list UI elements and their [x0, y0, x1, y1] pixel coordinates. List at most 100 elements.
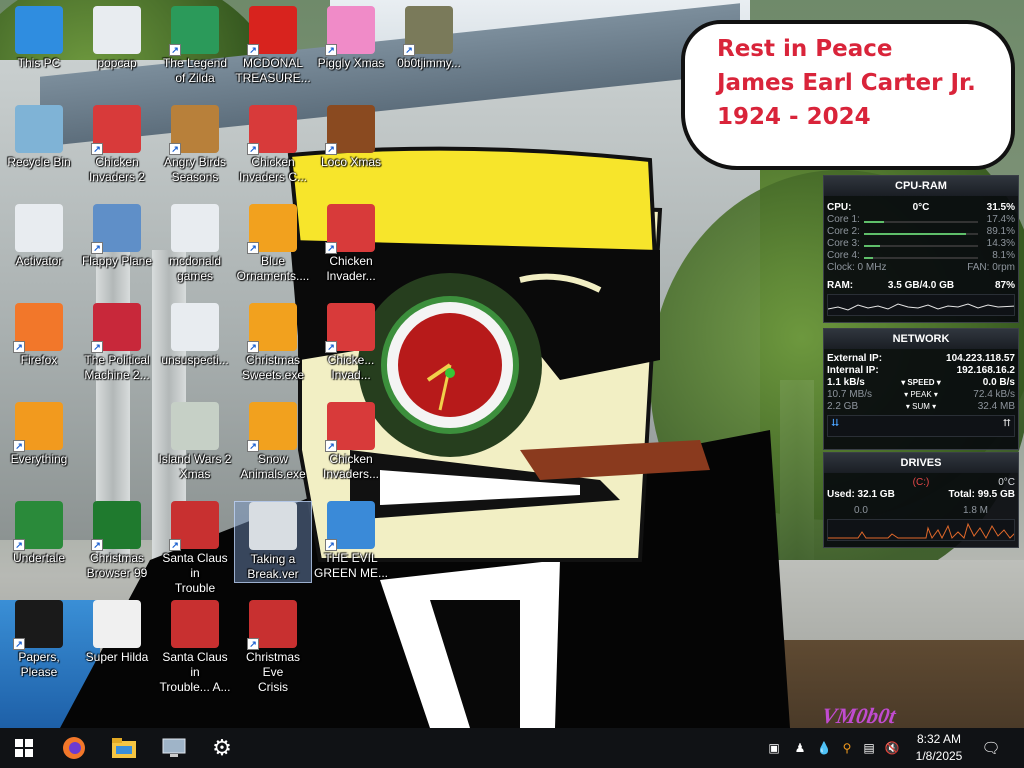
core-usage-bar: [864, 233, 978, 235]
display-icon: [162, 738, 186, 757]
bear-icon: ↗: [325, 105, 375, 155]
desktop-icon[interactable]: ↗ The Legend of Zilda: [156, 6, 234, 86]
desktop-icon[interactable]: Island Wars 2 Xmas: [156, 402, 234, 482]
puzzle-icon: ↗: [247, 204, 297, 254]
computer-icon: [15, 6, 63, 54]
drive-letter: (C:): [912, 477, 930, 488]
cpu-graph: [827, 294, 1015, 316]
recycle-bin-icon: [15, 105, 63, 153]
desktop-icon-label: Recycle Bin: [7, 155, 71, 169]
desktop-icon[interactable]: mcdonald games: [156, 204, 234, 284]
desktop-icon-label: unsuspecti...: [161, 353, 229, 367]
start-button[interactable]: [0, 728, 48, 768]
watermark-text: VM0b0t: [819, 703, 898, 728]
desktop-icon[interactable]: ↗ Christmas Eve Crisis: [234, 600, 312, 695]
taskbar-display-button[interactable]: [150, 728, 198, 768]
desktop-icon[interactable]: ↗ 0b0tjimmy...: [390, 6, 468, 71]
taskbar-settings-button[interactable]: ⚙: [198, 728, 246, 768]
desktop-icon[interactable]: unsuspecti...: [156, 303, 234, 368]
shortcut-arrow-icon: ↗: [325, 242, 337, 254]
taskbar-firefox-button[interactable]: [50, 728, 98, 768]
shortcut-arrow-icon: ↗: [169, 539, 181, 551]
tray-people-icon[interactable]: ♟: [792, 740, 808, 756]
plane-icon: ↗: [91, 204, 141, 254]
cpu-temp: 0°C: [912, 202, 930, 213]
desktop-icon[interactable]: ↗ Firefox: [0, 303, 78, 368]
drive-total: Total: 99.5 GB: [948, 489, 1016, 500]
desktop-icon[interactable]: ↗ The Political Machine 2...: [78, 303, 156, 383]
clock-time: 8:32 AM: [916, 732, 962, 746]
chicken-icon: ↗: [91, 105, 141, 155]
desktop-icon-label: Chicken Invaders...: [322, 452, 380, 481]
desktop-icon[interactable]: popcap: [78, 6, 156, 71]
file-explorer-icon: [112, 738, 136, 758]
cpu-core-row: Core 1: 17.4%: [824, 214, 1018, 226]
game-icon: ↗: [169, 6, 219, 56]
shortcut-arrow-icon: ↗: [91, 143, 103, 155]
desktop-icon[interactable]: ↗ Santa Claus in Trouble: [156, 501, 234, 596]
tray-display-icon[interactable]: ▣: [766, 740, 782, 756]
desktop-icon[interactable]: Santa Claus in Trouble... A...: [156, 600, 234, 695]
drives-gadget[interactable]: DRIVES (C:) 0°C Used: 32.1 GB Total: 99.…: [823, 452, 1019, 548]
desktop-icon[interactable]: ↗ Everything: [0, 402, 78, 467]
sum-label: ▾ SUM ▾: [905, 402, 937, 411]
desktop-icon[interactable]: ↗ Snow Animals.exe: [234, 402, 312, 482]
drive-activity-graph: [827, 519, 1015, 541]
tray-network-icon[interactable]: ▤: [861, 740, 877, 756]
bubble-line-2: James Earl Carter Jr.: [717, 70, 976, 96]
ram-value: 3.5 GB/4.0 GB: [887, 280, 955, 291]
mcdonalds-icon: ↗: [247, 6, 297, 56]
desktop-icon-label: Santa Claus in Trouble... A...: [159, 650, 231, 694]
bubble-line-1: Rest in Peace: [717, 36, 893, 62]
speech-bubble: Rest in Peace James Earl Carter Jr. 1924…: [681, 20, 1015, 170]
folder-icon: [171, 303, 219, 351]
desktop-icon[interactable]: ↗ Christmas Sweets.exe: [234, 303, 312, 383]
desktop-icon-label: The Political Machine 2...: [84, 353, 150, 382]
desktop-icon-label: Chicken Invaders 2: [88, 155, 146, 184]
desktop-icon[interactable]: ↗ Christmas Browser 99: [78, 501, 156, 581]
gadget-title: DRIVES: [824, 453, 1018, 473]
desktop-icon[interactable]: Recycle Bin: [0, 105, 78, 170]
taskbar-clock[interactable]: 8:32 AM 1/8/2025: [904, 731, 974, 765]
desktop-icon-label: Loco Xmas: [320, 155, 382, 169]
tray-volume-muted-icon[interactable]: 🔇: [884, 740, 900, 756]
desktop-icon[interactable]: Super Hilda: [78, 600, 156, 665]
desktop-icon[interactable]: ↗ Chicke... Invad...: [312, 303, 390, 383]
core-value: 8.1%: [992, 250, 1015, 261]
desktop-icon[interactable]: ↗ Piggly Xmas: [312, 6, 390, 71]
desktop-icon-label: Chicken Invaders C...: [238, 155, 308, 184]
desktop-icon[interactable]: ↗ Flappy Plane: [78, 204, 156, 269]
chicken-icon: ↗: [247, 105, 297, 155]
internal-ip-value: 192.168.16.2: [956, 365, 1015, 376]
external-ip-value: 104.223.118.57: [946, 353, 1015, 364]
network-gadget[interactable]: NETWORK External IP: 104.223.118.57 Inte…: [823, 328, 1019, 450]
network-graph: ⮇ ⮅: [827, 415, 1015, 437]
desktop-icon[interactable]: ↗ Loco Xmas: [312, 105, 390, 170]
desktop-icon[interactable]: ↗ Papers, Please: [0, 600, 78, 680]
desktop-icon-label: Firefox: [20, 353, 58, 367]
notification-center-icon[interactable]: 🗨: [981, 740, 1000, 757]
desktop-icon[interactable]: ↗ MCDONAL TREASURE...: [234, 6, 312, 86]
taskbar-file-explorer-button[interactable]: [100, 728, 148, 768]
drive-write: 1.8 M: [962, 505, 988, 516]
desktop-icon[interactable]: ↗ Blue Ornaments....: [234, 204, 312, 284]
desktop-icon-label: Christmas Browser 99: [86, 551, 148, 580]
tray-search-icon[interactable]: ⚲: [839, 740, 855, 756]
desktop-icon[interactable]: This PC: [0, 6, 78, 71]
desktop-icon[interactable]: ↗ THE EVIL GREEN ME...: [312, 501, 390, 581]
desktop-icon[interactable]: ↗ Angry Birds Seasons: [156, 105, 234, 185]
desktop-icon[interactable]: ↗ Chicken Invaders...: [312, 402, 390, 482]
desktop-icon[interactable]: Taking a Break.ver: [234, 501, 312, 583]
core-label: Core 4:: [827, 250, 860, 261]
tray-droplet-icon[interactable]: 💧: [816, 740, 832, 756]
desktop-icon[interactable]: ↗ Undertale: [0, 501, 78, 566]
cpu-ram-gadget[interactable]: CPU-RAM CPU: 0°C 31.5% Core 1: 17.4% Core …: [823, 175, 1019, 323]
desktop-icon[interactable]: ↗ Chicken Invader...: [312, 204, 390, 284]
hilda-icon: [93, 600, 141, 648]
desktop-icon[interactable]: ↗ Chicken Invaders C...: [234, 105, 312, 185]
cpu-label: CPU:: [827, 202, 852, 213]
desktop-icon[interactable]: Activator: [0, 204, 78, 269]
desktop-icon[interactable]: ↗ Chicken Invaders 2: [78, 105, 156, 185]
tree-icon: ↗: [91, 501, 141, 551]
shortcut-arrow-icon: ↗: [403, 44, 415, 56]
